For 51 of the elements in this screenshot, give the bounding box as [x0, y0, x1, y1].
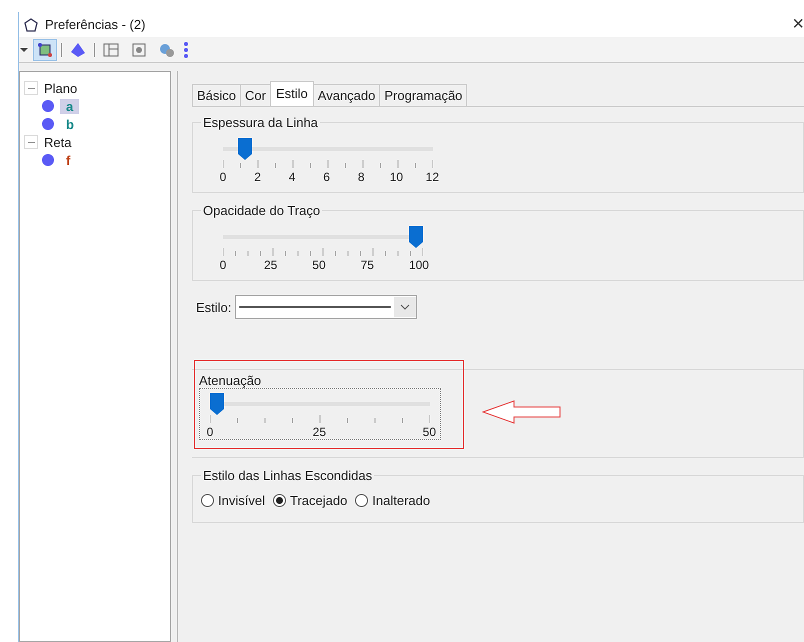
collapse-icon[interactable]	[24, 81, 38, 95]
tick-label: 25	[312, 425, 326, 439]
window-title: Preferências - (2)	[45, 17, 146, 32]
layout-icon	[103, 42, 119, 58]
tick-label: 25	[264, 258, 278, 272]
more-icon[interactable]	[183, 40, 189, 58]
tab[interactable]: Estilo	[270, 81, 314, 106]
slider-thumb[interactable]	[409, 226, 423, 248]
tick-label: 12	[426, 170, 439, 184]
line-style-dropdown[interactable]	[235, 295, 418, 319]
close-button[interactable]: ×	[786, 13, 804, 36]
group-title: Opacidade do Traço	[202, 203, 322, 218]
radio-option[interactable]: Invisível	[201, 493, 265, 508]
gears-icon	[159, 42, 175, 58]
point-icon	[42, 118, 54, 130]
collapse-icon[interactable]	[24, 135, 38, 149]
tab[interactable]: Avançado	[312, 84, 380, 106]
tick-label: 50	[422, 425, 436, 439]
tree-node[interactable]: Reta	[44, 134, 72, 150]
tree-item[interactable]: b	[60, 116, 80, 132]
tick-label: 0	[206, 425, 214, 439]
app-icon	[23, 16, 39, 32]
style-label: Estilo:	[196, 300, 232, 314]
tick-label: 0	[218, 258, 228, 272]
group-title: Estilo das Linhas Escondidas	[202, 468, 374, 483]
tick-label: 100	[408, 258, 429, 272]
tree-node[interactable]: Plano	[44, 80, 78, 96]
toolbar-button[interactable]	[33, 38, 57, 60]
tab[interactable]: Programação	[379, 84, 468, 106]
tick-label: 4	[288, 170, 296, 184]
point-icon	[42, 154, 54, 166]
tick-label: 50	[312, 258, 326, 272]
slider-thumb[interactable]	[210, 393, 224, 415]
slider-thumb[interactable]	[238, 138, 252, 160]
radio-option[interactable]: Tracejado	[272, 493, 348, 508]
tick-label: 8	[356, 170, 366, 184]
properties-icon	[131, 42, 147, 58]
caret-icon	[394, 297, 416, 317]
grid-icon	[37, 42, 53, 58]
tab[interactable]: Básico	[192, 84, 242, 106]
tick-label: 2	[253, 170, 262, 184]
tick-label: 75	[360, 258, 374, 272]
tick-label: 0	[218, 170, 228, 184]
radio-option[interactable]: Inalterado	[355, 493, 430, 508]
group-title: Atenuação	[199, 373, 262, 388]
point-icon	[42, 100, 54, 112]
group-title: Espessura da Linha	[202, 115, 319, 130]
tick-label: 6	[322, 170, 331, 184]
tick-label: 10	[390, 170, 404, 184]
pyramid-icon	[70, 42, 86, 58]
tree-item[interactable]: f	[60, 152, 76, 168]
